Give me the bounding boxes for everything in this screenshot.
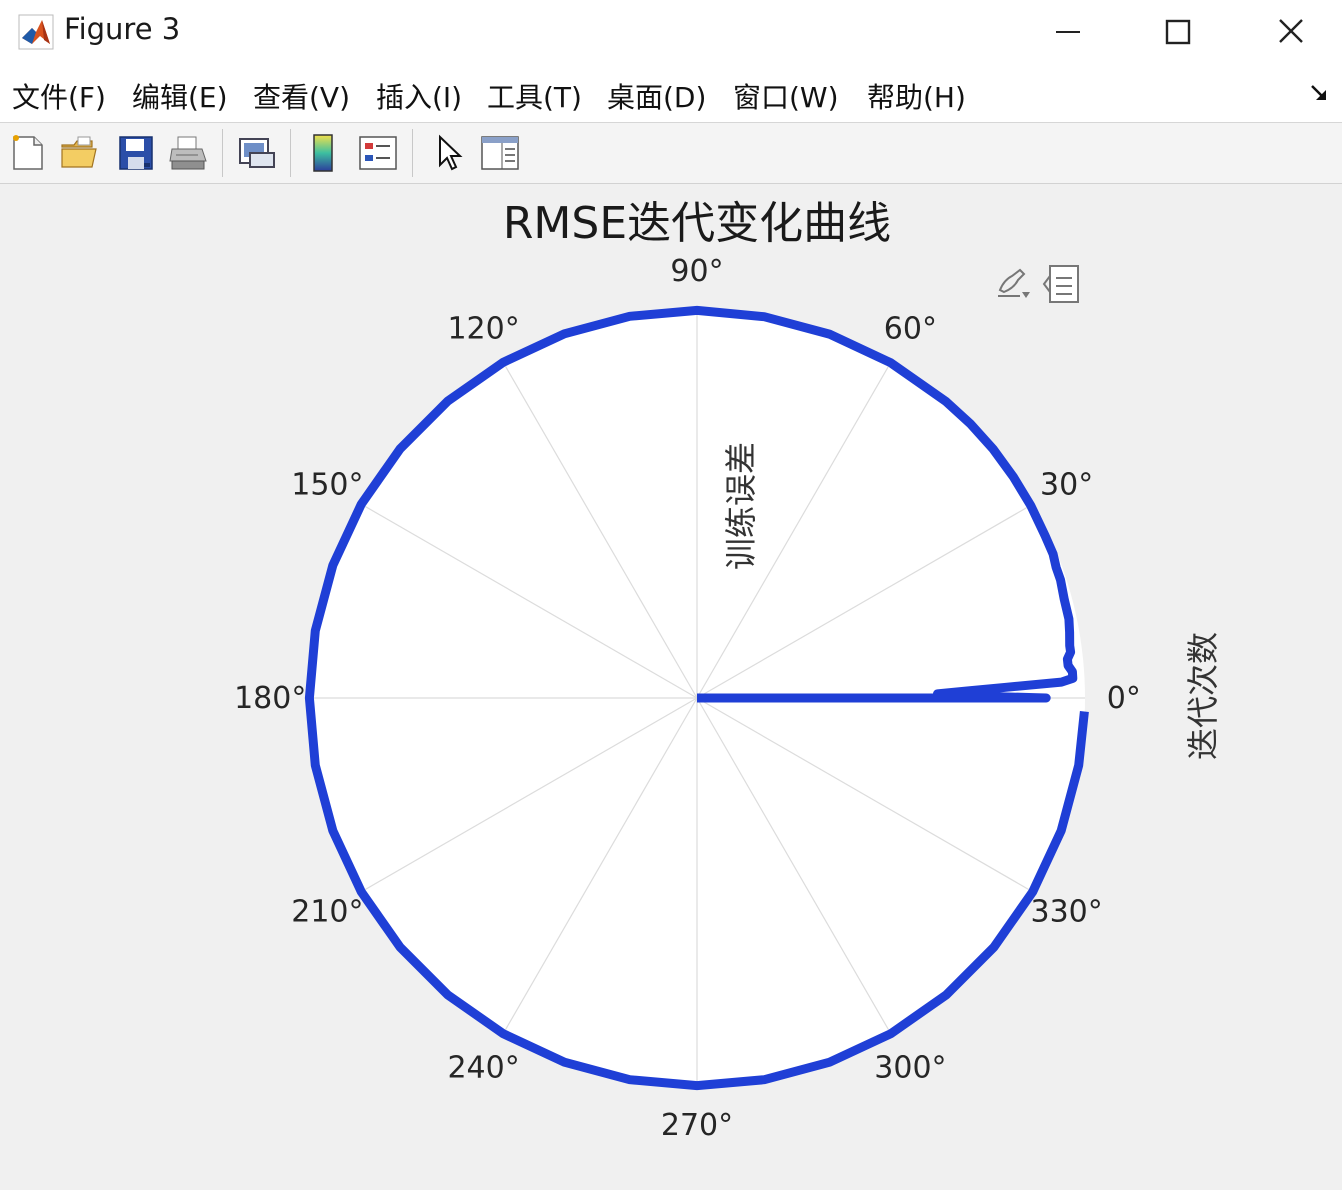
menu-bar: 文件(F) 编辑(E) 查看(V) 插入(I) 工具(T) 桌面(D) 窗口(W… bbox=[0, 64, 1342, 123]
menu-edit[interactable]: 编辑(E) bbox=[132, 76, 228, 116]
toolbar-separator bbox=[290, 129, 291, 177]
theta-tick-label: 180° bbox=[234, 681, 306, 716]
open-folder-icon[interactable] bbox=[58, 131, 102, 175]
menu-insert[interactable]: 插入(I) bbox=[376, 76, 462, 116]
theta-tick-label: 0° bbox=[1107, 681, 1141, 716]
property-inspector-icon[interactable] bbox=[478, 131, 522, 175]
menu-desktop[interactable]: 桌面(D) bbox=[607, 76, 706, 116]
colorbar-icon[interactable] bbox=[302, 131, 346, 175]
toolbar-separator bbox=[412, 129, 413, 177]
chart-title: RMSE迭代变化曲线 bbox=[503, 198, 891, 249]
theta-tick-label: 120° bbox=[447, 311, 519, 346]
menu-help[interactable]: 帮助(H) bbox=[867, 76, 966, 116]
undock-arrow-icon[interactable] bbox=[1308, 82, 1330, 104]
theta-tick-label: 330° bbox=[1030, 894, 1102, 929]
toolbar-separator bbox=[222, 129, 223, 177]
menu-tools[interactable]: 工具(T) bbox=[487, 76, 582, 116]
menu-file[interactable]: 文件(F) bbox=[12, 76, 106, 116]
pointer-icon[interactable] bbox=[426, 131, 470, 175]
theta-tick-label: 240° bbox=[447, 1051, 519, 1086]
print-icon[interactable] bbox=[166, 131, 210, 175]
window-title: Figure 3 bbox=[64, 12, 181, 46]
theta-tick-label: 300° bbox=[874, 1051, 946, 1086]
save-icon[interactable] bbox=[114, 131, 158, 175]
matlab-app-icon bbox=[18, 14, 54, 50]
theta-tick-label: 150° bbox=[291, 468, 363, 503]
theta-tick-label: 90° bbox=[670, 254, 723, 289]
data-tips-icon[interactable] bbox=[1040, 262, 1084, 306]
menu-view[interactable]: 查看(V) bbox=[253, 76, 350, 116]
theta-tick-label: 30° bbox=[1040, 468, 1093, 503]
menu-window[interactable]: 窗口(W) bbox=[733, 76, 839, 116]
figure-area: 0° 30° 60° 90° 120° 150° 180° 210° 240° 270° 300° 3… bbox=[0, 184, 1342, 1190]
theta-tick-label: 270° bbox=[661, 1108, 733, 1143]
link-plot-icon[interactable] bbox=[234, 131, 278, 175]
polar-plot: 0° 30° 60° 90° 120° 150° 180° 210° 240° 270° 300° 3… bbox=[234, 198, 1222, 1143]
title-bar: Figure 3 bbox=[0, 0, 1342, 64]
brush-edit-icon[interactable] bbox=[990, 262, 1034, 306]
maximize-button[interactable] bbox=[1148, 10, 1208, 54]
theta-tick-label: 60° bbox=[884, 311, 937, 346]
minimize-button[interactable] bbox=[1038, 10, 1098, 54]
close-button[interactable] bbox=[1262, 10, 1322, 54]
r-axis-label: 训练误差 bbox=[722, 442, 760, 570]
legend-icon[interactable] bbox=[356, 131, 400, 175]
figure-toolbar bbox=[0, 123, 1342, 184]
theta-axis-label: 迭代次数 bbox=[1184, 632, 1222, 760]
theta-tick-label: 210° bbox=[291, 894, 363, 929]
new-figure-icon[interactable] bbox=[6, 131, 50, 175]
